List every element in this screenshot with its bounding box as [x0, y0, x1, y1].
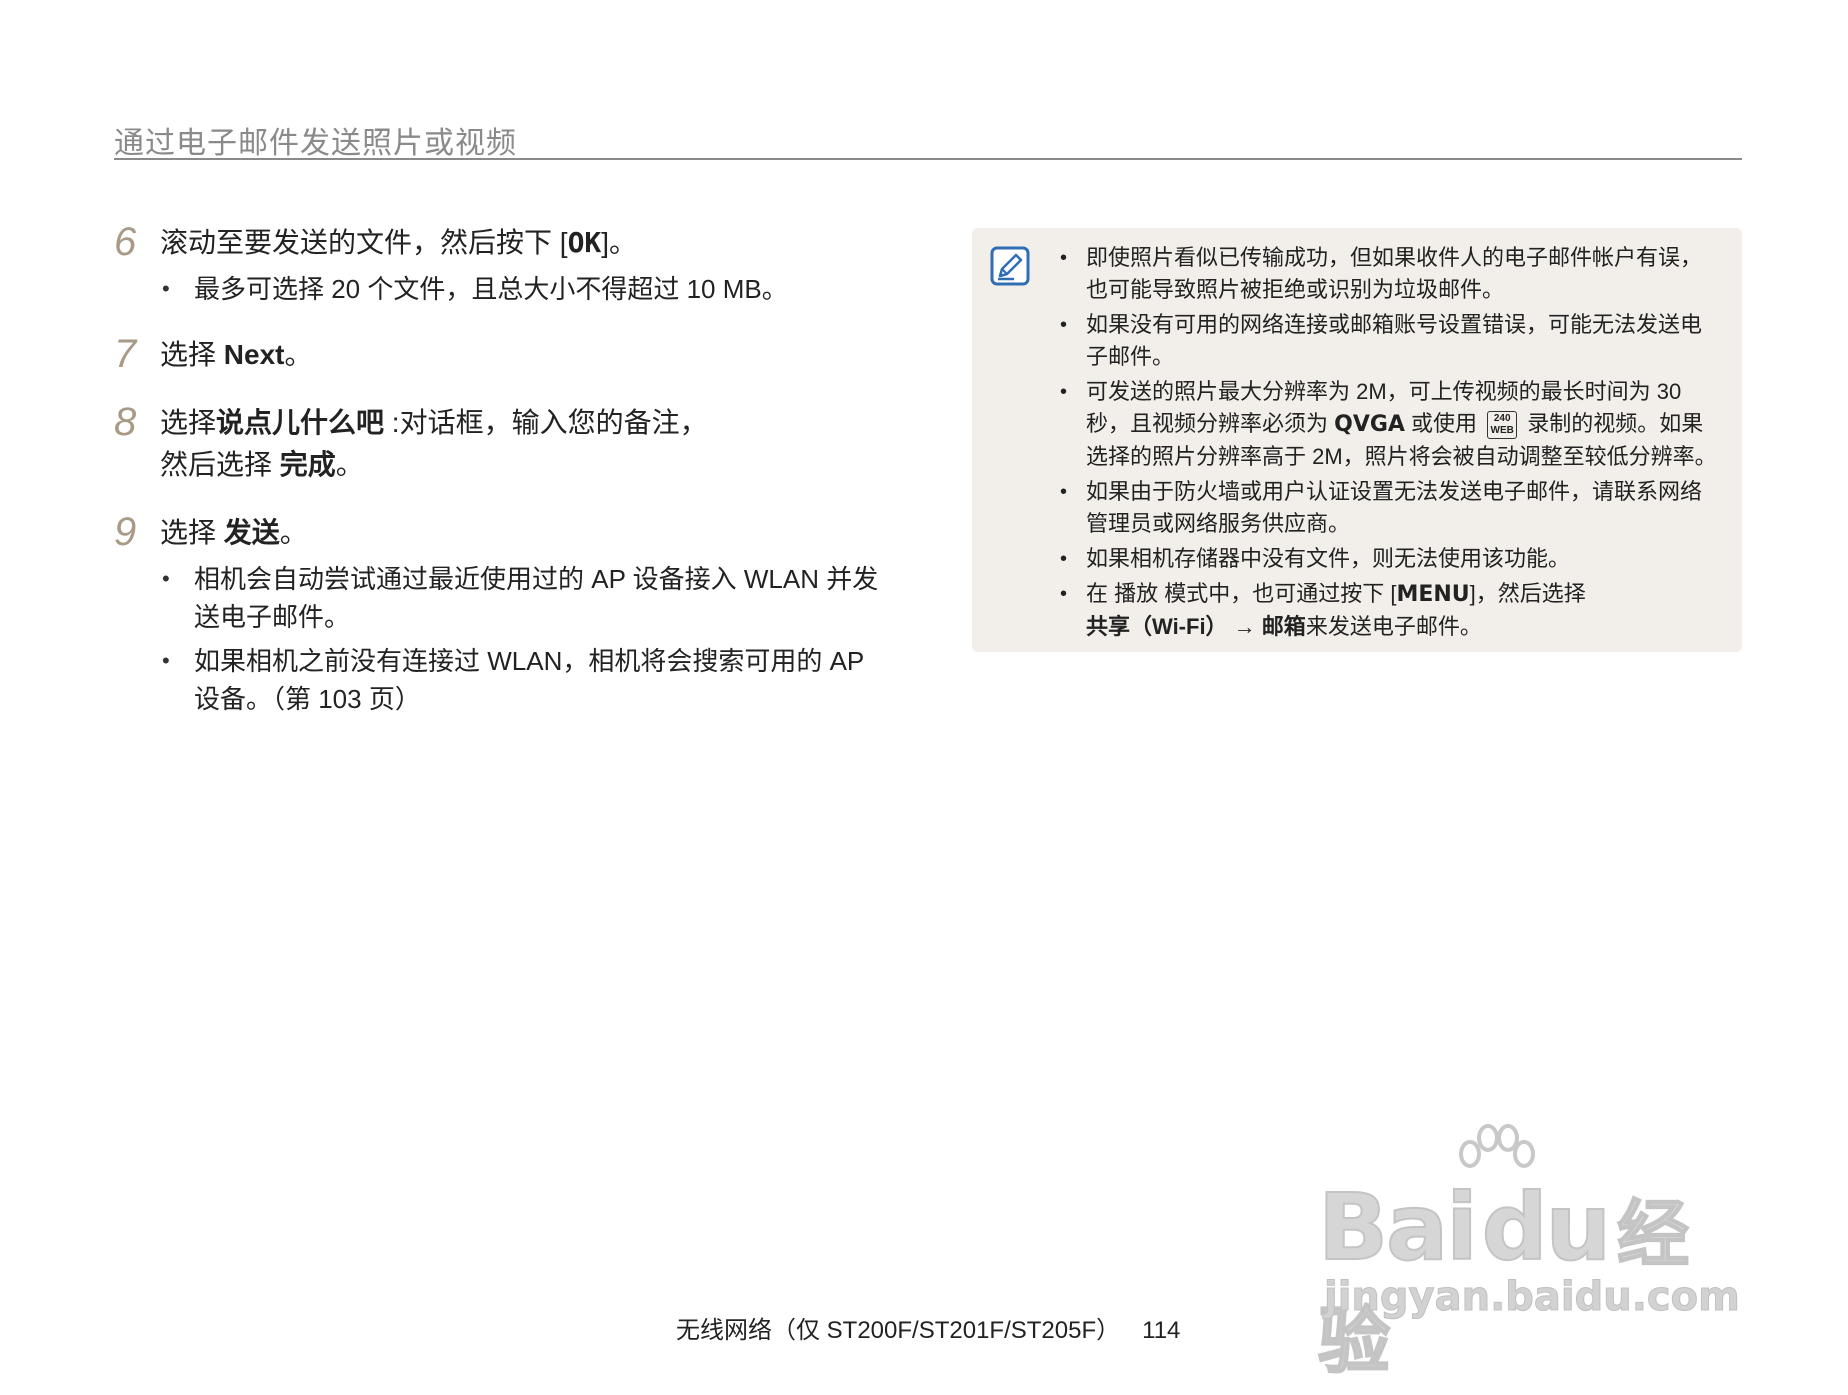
step-text-part: ]。	[601, 227, 638, 258]
bullet-item: 相机会自动尝试通过最近使用过的 AP 设备接入 WLAN 并发送电子邮件。	[160, 560, 894, 636]
note-pencil-icon	[990, 246, 1030, 286]
step-text-part: 滚动至要发送的文件，然后按下 [	[160, 227, 568, 258]
step-text-part: 选择	[160, 339, 224, 370]
step-text-part: 选择	[160, 407, 217, 438]
watermark-url: jingyan.baidu.com	[1324, 1274, 1741, 1321]
step-number: 9	[114, 510, 137, 554]
note-item: 即使照片看似已传输成功，但如果收件人的电子邮件帐户有误，也可能导致照片被拒绝或识…	[1060, 242, 1720, 306]
note-item: 如果相机存储器中没有文件，则无法使用该功能。	[1060, 543, 1720, 575]
note-list: 即使照片看似已传输成功，但如果收件人的电子邮件帐户有误，也可能导致照片被拒绝或识…	[1060, 242, 1720, 646]
option-next: Next	[223, 339, 285, 370]
step-9: 9 选择 发送。 相机会自动尝试通过最近使用过的 AP 设备接入 WLAN 并发…	[114, 510, 894, 718]
step-7: 7 选择 Next。	[114, 332, 894, 376]
step-text-part: 。	[279, 517, 308, 548]
step-number: 8	[114, 400, 137, 444]
option-share-wifi: 共享（Wi-Fi）	[1086, 614, 1228, 639]
step-text-part: 。	[284, 339, 313, 370]
option-send: 发送	[223, 517, 280, 548]
step-text: 选择 Next。	[160, 334, 894, 376]
note-text: 或使用	[1404, 411, 1484, 436]
steps-column: 6 滚动至要发送的文件，然后按下 [OK]。 最多可选择 20 个文件，且总大小…	[114, 220, 894, 744]
note-box: 即使照片看似已传输成功，但如果收件人的电子邮件帐户有误，也可能导致照片被拒绝或识…	[972, 228, 1742, 652]
page-header: 通过电子邮件发送照片或视频	[114, 118, 1742, 160]
option-done: 完成	[279, 449, 336, 480]
footer-section: 无线网络（仅 ST200F/ST201F/ST205F）	[676, 1317, 1121, 1344]
web-video-icon-top: 240	[1493, 413, 1511, 425]
note-item: 如果没有可用的网络连接或邮箱账号设置错误，可能无法发送电子邮件。	[1060, 309, 1720, 373]
step-text: 选择说点儿什么吧 :对话框，输入您的备注， 然后选择 完成。	[160, 402, 894, 486]
step-text: 选择 发送。	[160, 512, 894, 554]
page-title: 通过电子邮件发送照片或视频	[114, 127, 517, 160]
watermark-text: Bai	[1317, 1173, 1479, 1282]
bullet-item: 最多可选择 20 个文件，且总大小不得超过 10 MB。	[160, 270, 894, 308]
step-bullets: 最多可选择 20 个文件，且总大小不得超过 10 MB。	[160, 270, 894, 308]
arrow-glyph: →	[1227, 614, 1262, 639]
option-email: 邮箱	[1261, 614, 1306, 639]
page-number: 114	[1142, 1317, 1181, 1344]
note-text: ]，然后选择	[1469, 581, 1586, 606]
note-item: 可发送的照片最大分辨率为 2M，可上传视频的最长时间为 30 秒，且视频分辨率必…	[1060, 376, 1720, 473]
baidu-watermark: Baidu 经验 jingyan.baidu.com	[1317, 1124, 1748, 1384]
note-text: 来发送电子邮件。	[1305, 614, 1482, 639]
qvga-label: QVGA	[1334, 412, 1405, 437]
step-text-part: :对话框，输入您的备注，	[384, 407, 708, 438]
bullet-item: 如果相机之前没有连接过 WLAN，相机将会搜索可用的 AP 设备。（第 103 …	[160, 642, 894, 718]
note-item: 如果由于防火墙或用户认证设置无法发送电子邮件，请联系网络管理员或网络服务供应商。	[1060, 476, 1720, 540]
menu-key-label: MENU	[1396, 582, 1470, 607]
step-text-part: 然后选择	[160, 449, 280, 480]
web-video-icon-bottom: WEB	[1490, 425, 1514, 437]
note-item: 在 播放 模式中，也可通过按下 [MENU]，然后选择 共享（Wi-Fi） → …	[1060, 578, 1720, 643]
step-text: 滚动至要发送的文件，然后按下 [OK]。	[160, 222, 894, 264]
step-8: 8 选择说点儿什么吧 :对话框，输入您的备注， 然后选择 完成。	[114, 400, 894, 486]
step-text-part: 。	[335, 449, 364, 480]
web-video-icon: 240 WEB	[1487, 411, 1518, 440]
step-number: 6	[114, 220, 137, 264]
step-number: 7	[114, 332, 137, 376]
step-text-part: 选择	[160, 517, 224, 548]
step-bullets: 相机会自动尝试通过最近使用过的 AP 设备接入 WLAN 并发送电子邮件。 如果…	[160, 560, 894, 718]
ok-key-label: OK	[567, 226, 602, 259]
watermark-text: du	[1481, 1173, 1612, 1282]
step-6: 6 滚动至要发送的文件，然后按下 [OK]。 最多可选择 20 个文件，且总大小…	[114, 220, 894, 308]
page-footer: 无线网络（仅 ST200F/ST201F/ST205F） 114	[676, 1310, 1180, 1345]
note-text: 在 播放 模式中，也可通过按下 [	[1086, 581, 1397, 606]
dialog-name: 说点儿什么吧	[216, 407, 385, 438]
